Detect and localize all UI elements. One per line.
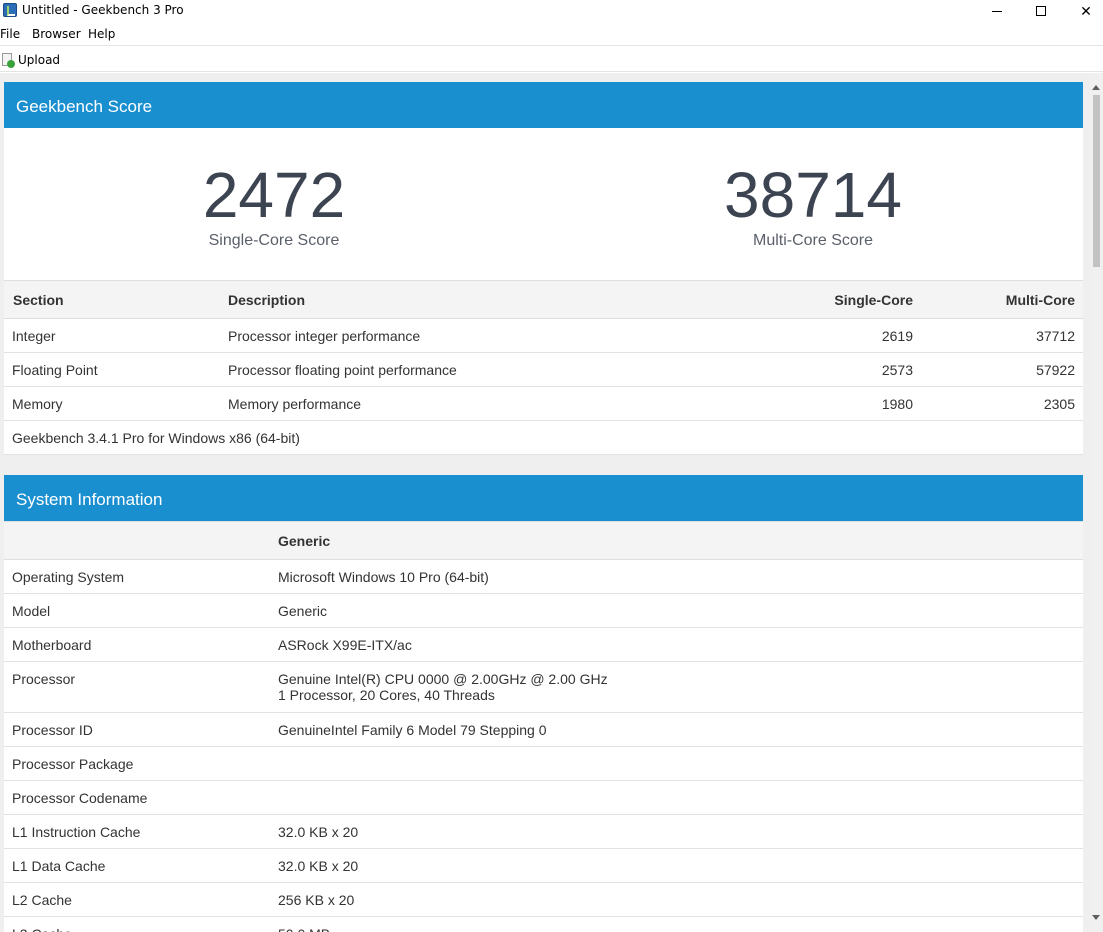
row-label: Processor [4, 661, 270, 713]
row-multi-core: 37712 [913, 318, 1083, 353]
row-label: Processor ID [4, 712, 270, 747]
row-section: Integer [4, 318, 228, 353]
row-value: Generic [270, 593, 1083, 628]
processor-name: Genuine Intel(R) CPU 0000 @ 2.00GHz @ 2.… [278, 671, 608, 687]
table-row: Motherboard ASRock X99E-ITX/ac [4, 627, 1083, 662]
close-button[interactable]: ✕ [1063, 0, 1103, 22]
maximize-icon [1036, 6, 1046, 16]
table-row: Integer Processor integer performance 26… [4, 318, 1083, 353]
upload-icon [1, 52, 15, 68]
system-info-table: Generic Operating System Microsoft Windo… [4, 521, 1083, 932]
single-core-score-label: Single-Core Score [208, 232, 340, 249]
scores-area: 2472 Single-Core Score 38714 Multi-Core … [4, 128, 1083, 280]
table-row: L3 Cache 50.0 MB [4, 916, 1083, 932]
row-value: Microsoft Windows 10 Pro (64-bit) [270, 559, 1083, 594]
row-single-core: 2573 [713, 352, 913, 387]
row-value [270, 746, 1083, 781]
row-value: 50.0 MB [270, 916, 1083, 932]
row-section: Floating Point [4, 352, 228, 387]
table-row: L2 Cache 256 KB x 20 [4, 882, 1083, 917]
scroll-down-arrow-icon[interactable] [1092, 915, 1100, 920]
title-bar: Untitled - Geekbench 3 Pro ✕ [0, 0, 1103, 22]
header-empty [4, 521, 270, 560]
row-label: Model [4, 593, 270, 628]
score-table: Section Description Single-Core Multi-Co… [4, 280, 1083, 455]
row-value: Genuine Intel(R) CPU 0000 @ 2.00GHz @ 2.… [270, 661, 1083, 713]
close-icon: ✕ [1080, 2, 1092, 19]
table-row: Processor Package [4, 746, 1083, 781]
row-description: Processor floating point performance [228, 352, 713, 387]
header-single-core: Single-Core [713, 280, 913, 319]
row-description: Processor integer performance [228, 318, 713, 353]
menu-browser[interactable]: Browser [32, 27, 81, 41]
row-value: 32.0 KB x 20 [270, 848, 1083, 883]
score-table-footer: Geekbench 3.4.1 Pro for Windows x86 (64-… [4, 420, 1083, 455]
menu-help[interactable]: Help [88, 27, 115, 41]
row-label: Operating System [4, 559, 270, 594]
scroll-up-arrow-icon[interactable] [1092, 85, 1100, 90]
vertical-scrollbar[interactable] [1090, 73, 1103, 932]
maximize-button[interactable] [1018, 0, 1064, 22]
table-row: Processor Codename [4, 780, 1083, 815]
system-info-panel: System Information Generic Operating Sys… [4, 475, 1083, 932]
header-description: Description [228, 280, 713, 319]
row-value [270, 780, 1083, 815]
table-row: L1 Instruction Cache 32.0 KB x 20 [4, 814, 1083, 849]
minimize-button[interactable] [974, 0, 1020, 22]
row-description: Memory performance [228, 386, 713, 421]
header-section: Section [4, 280, 228, 319]
score-table-header: Section Description Single-Core Multi-Co… [4, 280, 1083, 319]
row-value: 32.0 KB x 20 [270, 814, 1083, 849]
row-label: Processor Package [4, 746, 270, 781]
row-multi-core: 57922 [913, 352, 1083, 387]
header-multi-core: Multi-Core [913, 280, 1083, 319]
row-label: Motherboard [4, 627, 270, 662]
score-panel-title: Geekbench Score [4, 82, 1083, 128]
single-core-score: 2472 Single-Core Score [124, 160, 424, 250]
minimize-icon [992, 10, 1002, 12]
row-single-core: 2619 [713, 318, 913, 353]
geekbench-app-icon [3, 3, 17, 17]
table-row: Memory Memory performance 1980 2305 [4, 386, 1083, 421]
row-label: L2 Cache [4, 882, 270, 917]
row-label: L1 Data Cache [4, 848, 270, 883]
table-row: Processor Genuine Intel(R) CPU 0000 @ 2.… [4, 661, 1083, 713]
header-generic: Generic [270, 521, 1083, 560]
upload-label: Upload [18, 53, 61, 67]
multi-core-score-label: Multi-Core Score [752, 232, 874, 249]
row-value: ASRock X99E-ITX/ac [270, 627, 1083, 662]
processor-topology: 1 Processor, 20 Cores, 40 Threads [278, 687, 495, 703]
row-value: 256 KB x 20 [270, 882, 1083, 917]
score-panel: Geekbench Score 2472 Single-Core Score 3… [4, 82, 1083, 455]
row-multi-core: 2305 [913, 386, 1083, 421]
row-section: Memory [4, 386, 228, 421]
system-info-title: System Information [4, 475, 1083, 521]
row-single-core: 1980 [713, 386, 913, 421]
row-label: L1 Instruction Cache [4, 814, 270, 849]
window-title: Untitled - Geekbench 3 Pro [22, 3, 184, 17]
table-row: Floating Point Processor floating point … [4, 352, 1083, 387]
scroll-thumb[interactable] [1093, 95, 1100, 267]
single-core-score-value: 2472 [202, 159, 346, 231]
table-row: Processor ID GenuineIntel Family 6 Model… [4, 712, 1083, 747]
table-row: L1 Data Cache 32.0 KB x 20 [4, 848, 1083, 883]
menu-bar: File Browser Help [0, 25, 1103, 43]
multi-core-score: 38714 Multi-Core Score [663, 160, 963, 250]
table-row: Model Generic [4, 593, 1083, 628]
results-view[interactable]: Geekbench Score 2472 Single-Core Score 3… [0, 73, 1090, 932]
system-info-header: Generic [4, 521, 1083, 560]
row-value: GenuineIntel Family 6 Model 79 Stepping … [270, 712, 1083, 747]
row-label: Processor Codename [4, 780, 270, 815]
upload-button[interactable]: Upload [1, 51, 60, 69]
menu-file[interactable]: File [0, 27, 20, 41]
multi-core-score-value: 38714 [724, 159, 902, 231]
row-label: L3 Cache [4, 916, 270, 932]
toolbar: Upload [0, 45, 1103, 72]
table-row: Operating System Microsoft Windows 10 Pr… [4, 559, 1083, 594]
version-text: Geekbench 3.4.1 Pro for Windows x86 (64-… [4, 420, 1083, 455]
